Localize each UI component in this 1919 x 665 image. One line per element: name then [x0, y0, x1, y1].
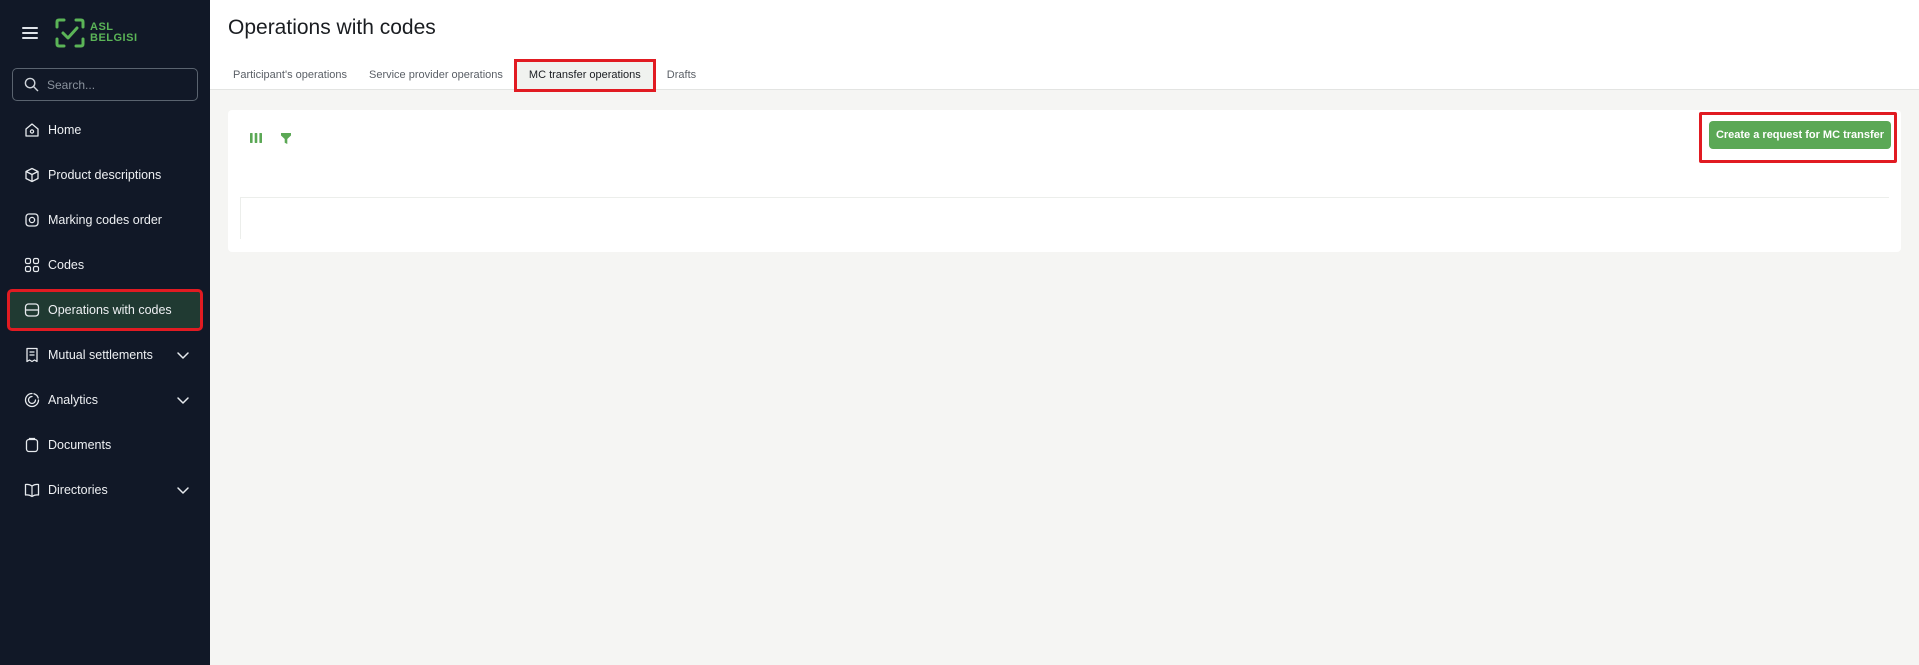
- sidebar-item-label: Mutual settlements: [48, 348, 153, 362]
- sidebar-item-mutual-settlements[interactable]: Mutual settlements: [9, 336, 201, 374]
- logo[interactable]: ASL BELGISI: [54, 17, 138, 49]
- sidebar-item-product-descriptions[interactable]: Product descriptions: [9, 156, 201, 194]
- sidebar-item-label: Marking codes order: [48, 213, 162, 227]
- tab-drafts[interactable]: Drafts: [656, 60, 707, 90]
- sidebar-item-label: Operations with codes: [48, 303, 172, 317]
- operations-icon: [23, 301, 41, 319]
- sidebar-item-label: Codes: [48, 258, 85, 272]
- sidebar-item-directories[interactable]: Directories: [9, 471, 201, 509]
- operations-card: Create a request for MC transfer: [228, 110, 1901, 252]
- tab-participants-operations[interactable]: Participant's operations: [222, 60, 358, 90]
- filter-icon[interactable]: [278, 130, 294, 146]
- logo-mark-icon: [55, 18, 85, 48]
- search-box[interactable]: [12, 68, 198, 101]
- book-icon: [23, 481, 41, 499]
- search-input[interactable]: [47, 77, 187, 92]
- sidebar-item-operations-with-codes[interactable]: Operations with codes: [7, 289, 203, 331]
- sidebar: ASL BELGISI Home Product descriptions: [0, 0, 210, 665]
- page-header: Operations with codes Participant's oper…: [210, 0, 1919, 92]
- sidebar-item-label: Directories: [48, 483, 108, 497]
- chevron-down-icon[interactable]: [175, 392, 191, 408]
- codes-icon: [23, 256, 41, 274]
- sidebar-item-analytics[interactable]: Analytics: [9, 381, 201, 419]
- sidebar-item-label: Home: [48, 123, 82, 137]
- receipt-icon: [23, 346, 41, 364]
- tab-mc-transfer-operations[interactable]: MC transfer operations: [513, 59, 656, 92]
- sidebar-item-label: Product descriptions: [48, 168, 162, 182]
- page-title: Operations with codes: [228, 16, 436, 39]
- box-icon: [23, 166, 41, 184]
- create-mc-transfer-request-button[interactable]: Create a request for MC transfer: [1709, 121, 1891, 149]
- sidebar-item-home[interactable]: Home: [9, 111, 201, 149]
- columns-icon[interactable]: [248, 130, 264, 146]
- order-icon: [23, 211, 41, 229]
- home-icon: [23, 121, 41, 139]
- main-content: Operations with codes Participant's oper…: [210, 0, 1919, 665]
- sidebar-item-label: Analytics: [48, 393, 99, 407]
- sidebar-item-codes[interactable]: Codes: [9, 246, 201, 284]
- logo-text: ASL BELGISI: [90, 22, 138, 44]
- sidebar-nav: Home Product descriptions Marking codes …: [0, 111, 210, 516]
- table-toolbar: [248, 130, 294, 146]
- analytics-icon: [23, 391, 41, 409]
- sidebar-header: ASL BELGISI: [0, 0, 210, 66]
- operations-table: [240, 197, 1889, 239]
- tab-service-provider-operations[interactable]: Service provider operations: [358, 60, 514, 90]
- chevron-down-icon[interactable]: [175, 347, 191, 363]
- chevron-down-icon[interactable]: [175, 482, 191, 498]
- search-icon: [24, 77, 39, 92]
- logo-text-line2: BELGISI: [90, 32, 138, 44]
- sidebar-item-documents[interactable]: Documents: [9, 426, 201, 464]
- tab-bar: Participant's operations Service provide…: [222, 59, 707, 92]
- menu-icon[interactable]: [22, 23, 42, 43]
- clipboard-icon: [23, 436, 41, 454]
- sidebar-item-marking-codes-order[interactable]: Marking codes order: [9, 201, 201, 239]
- sidebar-item-label: Documents: [48, 438, 112, 452]
